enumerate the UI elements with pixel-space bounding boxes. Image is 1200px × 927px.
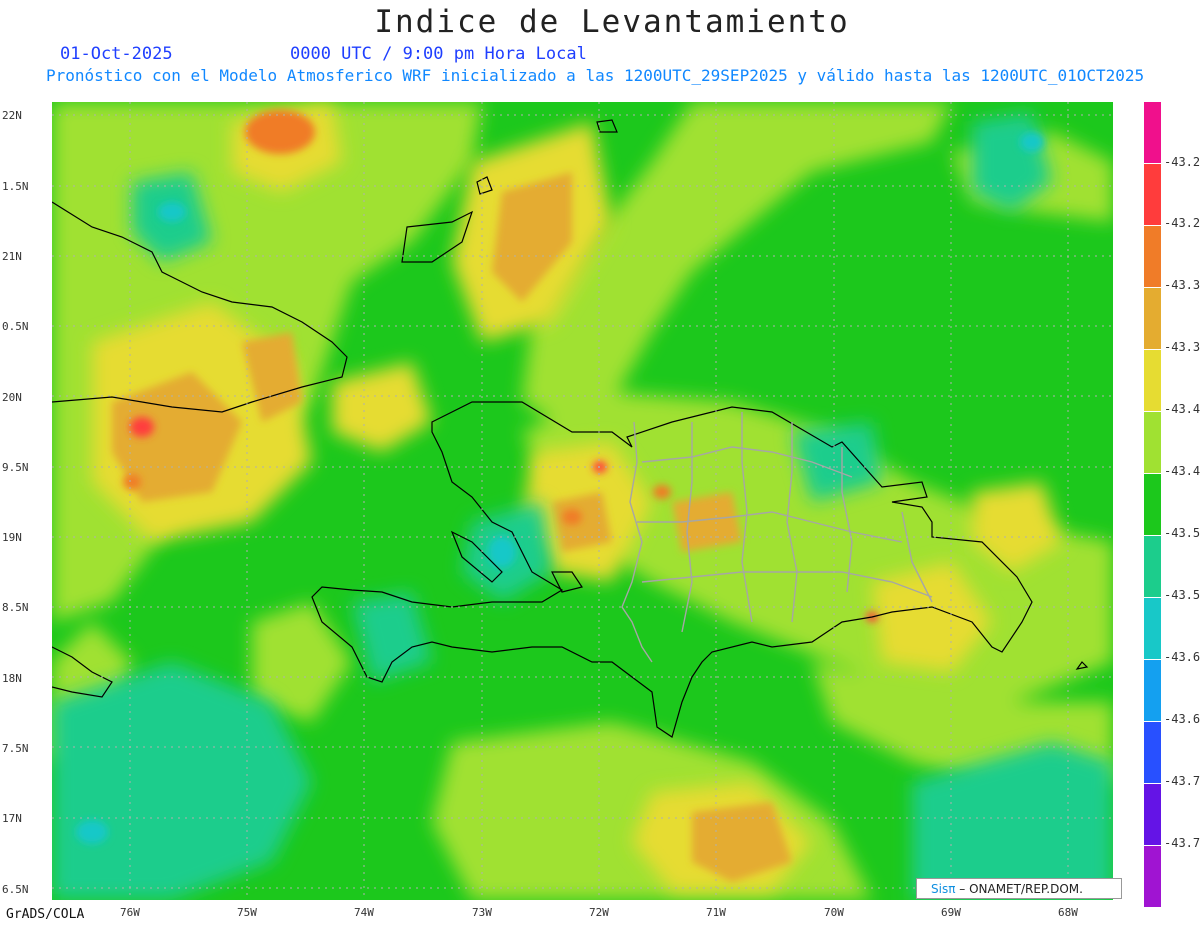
x-tick-label: 68W [1058, 906, 1078, 919]
colorbar-label: -43.4 [1164, 464, 1200, 478]
y-tick-label: 1.5N [2, 180, 29, 193]
colorbar-label: -43.3 [1164, 340, 1200, 354]
x-tick-label: 71W [706, 906, 726, 919]
y-tick-label: 22N [2, 109, 22, 122]
model-info: Pronóstico con el Modelo Atmosferico WRF… [46, 66, 1145, 85]
colorbar-swatch [1144, 102, 1161, 164]
colorbar-label: -43.7 [1164, 774, 1200, 788]
colorbar-swatch [1144, 474, 1161, 536]
map-title: Indice de Levantamiento [374, 4, 850, 40]
x-tick-label: 72W [589, 906, 609, 919]
y-tick-label: 6.5N [2, 883, 29, 896]
lifted-index-map [52, 102, 1113, 900]
sispi-logo: Sisπ [931, 882, 956, 896]
colorbar [1144, 102, 1161, 908]
y-tick-label: 9.5N [2, 461, 29, 474]
y-tick-label: 7.5N [2, 742, 29, 755]
credit-box: Sisπ – ONAMET/REP.DOM. [916, 878, 1122, 899]
x-tick-label: 74W [354, 906, 374, 919]
colorbar-swatch [1144, 846, 1161, 908]
colorbar-swatch [1144, 536, 1161, 598]
colorbar-swatch [1144, 412, 1161, 474]
y-tick-label: 21N [2, 250, 22, 263]
colorbar-label: -43.2 [1164, 216, 1200, 230]
colorbar-swatch [1144, 660, 1161, 722]
x-tick-label: 70W [824, 906, 844, 919]
x-tick-label: 69W [941, 906, 961, 919]
grads-label: GrADS/COLA [6, 907, 85, 922]
y-tick-label: 19N [2, 531, 22, 544]
colorbar-swatch [1144, 722, 1161, 784]
x-tick-label: 76W [120, 906, 140, 919]
colorbar-swatch [1144, 350, 1161, 412]
colorbar-label: -43.4 [1164, 402, 1200, 416]
colorbar-label: -43.6 [1164, 712, 1200, 726]
y-tick-label: 0.5N [2, 320, 29, 333]
x-tick-label: 75W [237, 906, 257, 919]
colorbar-swatch [1144, 226, 1161, 288]
colorbar-label: -43.3 [1164, 278, 1200, 292]
colorbar-label: -43.2 [1164, 155, 1200, 169]
colorbar-label: -43.7 [1164, 836, 1200, 850]
y-tick-label: 8.5N [2, 601, 29, 614]
credit-text: – ONAMET/REP.DOM. [955, 882, 1083, 896]
valid-time: 0000 UTC / 9:00 pm Hora Local [290, 44, 587, 64]
colorbar-swatch [1144, 598, 1161, 660]
valid-date: 01-Oct-2025 [60, 44, 173, 64]
y-tick-label: 18N [2, 672, 22, 685]
colorbar-label: -43.6 [1164, 650, 1200, 664]
colorbar-swatch [1144, 288, 1161, 350]
y-tick-label: 20N [2, 391, 22, 404]
x-tick-label: 73W [472, 906, 492, 919]
colorbar-label: -43.5 [1164, 526, 1200, 540]
colorbar-swatch [1144, 784, 1161, 846]
y-tick-label: 17N [2, 812, 22, 825]
colorbar-swatch [1144, 164, 1161, 226]
colorbar-label: -43.5 [1164, 588, 1200, 602]
